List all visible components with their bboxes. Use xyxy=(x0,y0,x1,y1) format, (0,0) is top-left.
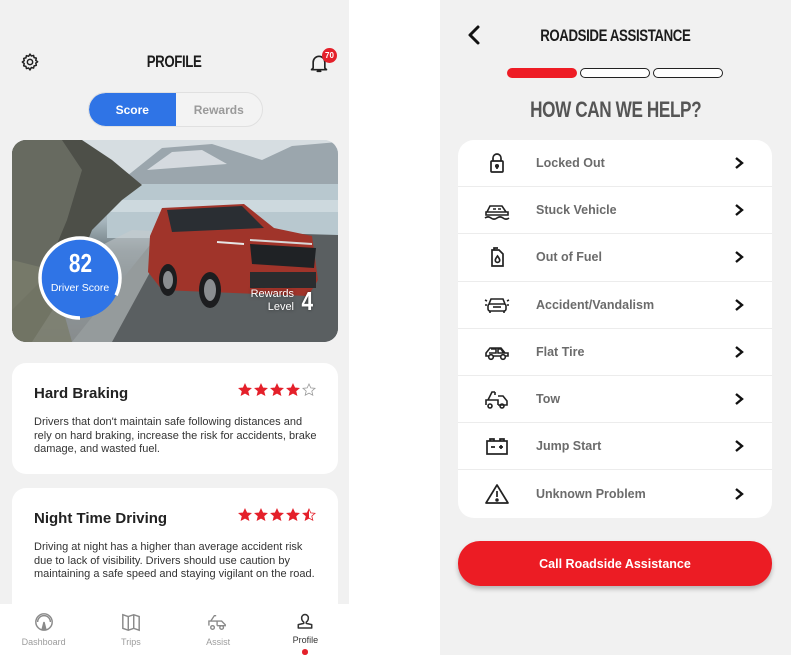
progress-step xyxy=(653,68,723,78)
battery-icon xyxy=(486,438,508,456)
rewards-level-label: Rewards Level xyxy=(250,288,294,313)
tow-truck-icon xyxy=(208,614,227,630)
option-jump-start[interactable]: Jump Start xyxy=(458,423,772,471)
chevron-right-icon xyxy=(735,440,744,453)
lock-icon xyxy=(490,153,504,173)
star-full-icon xyxy=(270,508,284,521)
star-full-icon xyxy=(238,508,252,521)
page-title: PROFILE xyxy=(147,52,202,71)
roadside-screen: ROADSIDE ASSISTANCE HOW CAN WE HELP? Loc… xyxy=(440,0,791,655)
chevron-right-icon xyxy=(735,157,744,170)
option-accident-vandalism[interactable]: Accident/Vandalism xyxy=(458,282,772,329)
star-full-icon xyxy=(254,508,268,521)
tab-score[interactable]: Score xyxy=(89,93,176,126)
chevron-right-icon xyxy=(735,393,744,405)
tab-assist[interactable]: Assist xyxy=(175,604,262,655)
assistance-options-list: Locked Out Stuck Vehicle Out of Fuel Acc… xyxy=(458,140,772,518)
tab-profile[interactable]: Profile xyxy=(262,604,349,655)
driver-score-label: Driver Score xyxy=(50,282,110,294)
progress-steps xyxy=(507,68,723,78)
tab-dashboard[interactable]: Dashboard xyxy=(0,604,87,655)
progress-step xyxy=(580,68,650,78)
bottom-tab-bar: Dashboard Trips Assist Profile xyxy=(0,604,349,655)
page-title: ROADSIDE ASSISTANCE xyxy=(540,26,691,45)
call-roadside-button[interactable]: Call Roadside Assistance xyxy=(458,541,772,586)
star-full-icon xyxy=(286,508,300,521)
chevron-right-icon xyxy=(735,251,744,264)
warning-icon xyxy=(485,484,509,504)
car-accident-icon xyxy=(484,297,510,313)
chevron-right-icon xyxy=(735,345,744,358)
roadside-header: ROADSIDE ASSISTANCE xyxy=(440,22,791,50)
hero-card: 82 Driver Score Rewards Level 4 xyxy=(12,140,338,342)
score-rewards-toggle: Score Rewards xyxy=(88,92,263,127)
option-locked-out[interactable]: Locked Out xyxy=(458,140,772,188)
option-out-of-fuel[interactable]: Out of Fuel xyxy=(458,234,772,282)
chevron-right-icon xyxy=(735,298,744,311)
option-tow[interactable]: Tow xyxy=(458,376,772,424)
star-rating xyxy=(238,508,316,522)
tab-rewards[interactable]: Rewards xyxy=(176,93,263,126)
stuck-car-icon xyxy=(484,205,510,221)
chevron-right-icon xyxy=(735,204,744,217)
tow-truck-icon xyxy=(485,391,508,409)
user-icon xyxy=(297,613,313,629)
help-prompt: HOW CAN WE HELP? xyxy=(529,97,702,122)
star-full-icon xyxy=(270,383,284,396)
star-full-icon xyxy=(238,383,252,396)
tip-body: Driving at night has a higher than avera… xyxy=(34,541,315,580)
profile-screen: PROFILE 70 Score Rewards 82 Driver Score… xyxy=(0,0,349,655)
option-unknown-problem[interactable]: Unknown Problem xyxy=(458,470,772,517)
map-icon xyxy=(121,613,140,632)
progress-step xyxy=(507,68,577,78)
driver-score-value: 82 xyxy=(68,248,92,278)
star-half-icon xyxy=(302,508,316,521)
tab-trips[interactable]: Trips xyxy=(87,604,174,655)
tip-body: Drivers that don't maintain safe followi… xyxy=(34,416,317,455)
option-flat-tire[interactable]: Flat Tire xyxy=(458,329,772,376)
option-stuck-vehicle[interactable]: Stuck Vehicle xyxy=(458,187,772,235)
star-full-icon xyxy=(286,383,300,396)
speedometer-icon xyxy=(34,613,53,631)
chevron-right-icon xyxy=(735,487,744,500)
profile-header: PROFILE 70 xyxy=(0,48,349,76)
star-empty-icon xyxy=(302,383,316,396)
tip-card-hard-braking[interactable]: Hard Braking Drivers that don't maintain… xyxy=(12,363,338,474)
star-full-icon xyxy=(254,383,268,396)
fuel-can-icon xyxy=(491,247,504,268)
car-icon xyxy=(485,347,509,360)
star-rating xyxy=(238,383,316,397)
rewards-level-value: 4 xyxy=(301,286,314,316)
notification-badge: 70 xyxy=(322,48,337,63)
active-tab-indicator xyxy=(302,649,309,655)
